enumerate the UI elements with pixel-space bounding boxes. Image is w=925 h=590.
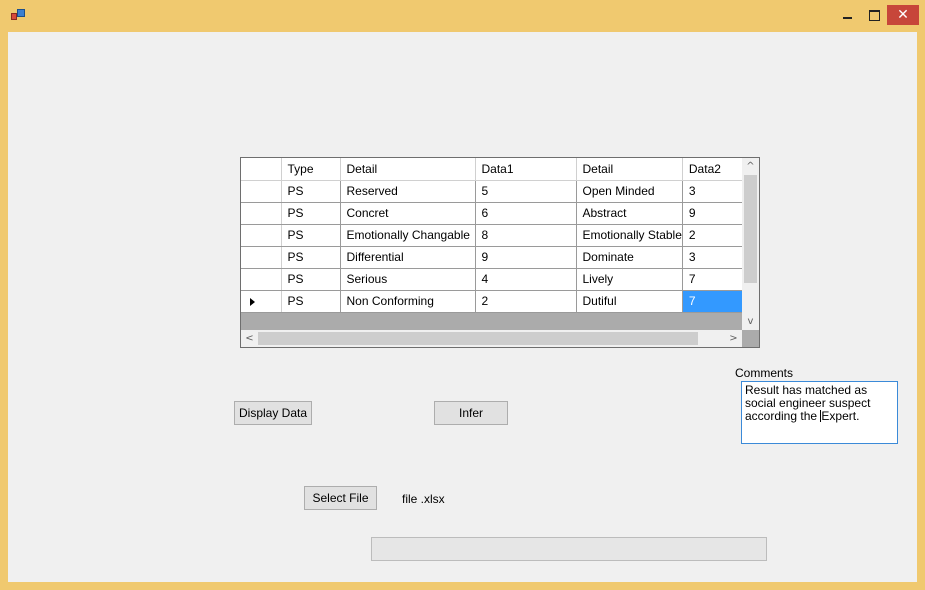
cell-data1[interactable]: 2 <box>475 290 577 313</box>
cell-type[interactable]: PS <box>281 268 341 291</box>
close-icon: ✕ <box>897 7 909 23</box>
row-header[interactable] <box>241 246 282 269</box>
close-button[interactable]: ✕ <box>887 5 919 25</box>
table-row[interactable]: PS Differential 9 Dominate 3 <box>241 246 752 269</box>
cell-type[interactable]: PS <box>281 290 341 313</box>
horizontal-scroll-thumb[interactable] <box>258 332 698 345</box>
select-file-button[interactable]: Select File <box>304 486 377 510</box>
column-header-type[interactable]: Type <box>281 158 341 181</box>
column-header-detail[interactable]: Detail <box>340 158 476 181</box>
vertical-scrollbar[interactable]: ^ v <box>742 158 759 330</box>
cell-detail-2[interactable]: Open Minded <box>576 180 683 203</box>
cell-data1[interactable]: 9 <box>475 246 577 269</box>
app-window: ✕ Type Detail Data1 Detail Data2 PS Rese… <box>0 0 925 590</box>
scroll-right-icon[interactable]: > <box>725 330 742 347</box>
cell-data1[interactable]: 8 <box>475 224 577 247</box>
cell-detail-2[interactable]: Lively <box>576 268 683 291</box>
cell-detail[interactable]: Differential <box>340 246 476 269</box>
comments-textbox[interactable]: Result has matched as social engineer su… <box>741 381 898 444</box>
cell-type[interactable]: PS <box>281 224 341 247</box>
cell-detail[interactable]: Reserved <box>340 180 476 203</box>
cell-type[interactable]: PS <box>281 180 341 203</box>
cell-type[interactable]: PS <box>281 246 341 269</box>
scroll-left-icon[interactable]: < <box>241 330 258 347</box>
row-header[interactable] <box>241 180 282 203</box>
cell-type[interactable]: PS <box>281 202 341 225</box>
comments-label: Comments <box>735 366 794 380</box>
row-header[interactable] <box>241 224 282 247</box>
cell-detail-2[interactable]: Dominate <box>576 246 683 269</box>
cell-detail[interactable]: Emotionally Changable <box>340 224 476 247</box>
table-row[interactable]: PS Serious 4 Lively 7 <box>241 268 752 291</box>
horizontal-scrollbar[interactable]: < > <box>241 330 742 347</box>
table-row[interactable]: PS Reserved 5 Open Minded 3 <box>241 180 752 203</box>
cell-detail-2[interactable]: Dutiful <box>576 290 683 313</box>
progress-bar <box>371 537 767 561</box>
cell-data1[interactable]: 5 <box>475 180 577 203</box>
infer-button[interactable]: Infer <box>434 401 508 425</box>
display-data-button[interactable]: Display Data <box>234 401 312 425</box>
cell-detail-2[interactable]: Abstract <box>576 202 683 225</box>
cell-detail-2[interactable]: Emotionally Stable <box>576 224 683 247</box>
row-header[interactable] <box>241 268 282 291</box>
cell-data1[interactable]: 6 <box>475 202 577 225</box>
comments-text-end: Expert. <box>821 409 860 423</box>
maximize-button[interactable] <box>862 6 886 24</box>
vertical-scroll-thumb[interactable] <box>744 175 757 283</box>
header-row: Type Detail Data1 Detail Data2 <box>241 158 752 181</box>
title-bar[interactable]: ✕ <box>0 0 925 32</box>
data-grid[interactable]: Type Detail Data1 Detail Data2 PS Reserv… <box>240 157 760 348</box>
app-icon[interactable] <box>11 9 25 21</box>
table-row[interactable]: PS Emotionally Changable 8 Emotionally S… <box>241 224 752 247</box>
scroll-down-icon[interactable]: v <box>742 313 759 330</box>
scroll-up-icon[interactable]: ^ <box>742 158 759 175</box>
cell-detail[interactable]: Non Conforming <box>340 290 476 313</box>
file-name-label: file .xlsx <box>402 492 445 506</box>
row-header[interactable] <box>241 202 282 225</box>
column-header-data1[interactable]: Data1 <box>475 158 577 181</box>
column-header-detail-2[interactable]: Detail <box>576 158 683 181</box>
row-header-corner[interactable] <box>241 158 282 181</box>
current-row-arrow-icon <box>250 297 255 306</box>
form-client-area: Type Detail Data1 Detail Data2 PS Reserv… <box>8 32 917 582</box>
row-header[interactable] <box>241 290 282 313</box>
minimize-button[interactable] <box>836 6 860 24</box>
cell-detail[interactable]: Serious <box>340 268 476 291</box>
cell-data1[interactable]: 4 <box>475 268 577 291</box>
data-grid-table: Type Detail Data1 Detail Data2 PS Reserv… <box>241 158 752 313</box>
table-row-current[interactable]: PS Non Conforming 2 Dutiful 7 <box>241 290 752 313</box>
cell-detail[interactable]: Concret <box>340 202 476 225</box>
table-row[interactable]: PS Concret 6 Abstract 9 <box>241 202 752 225</box>
